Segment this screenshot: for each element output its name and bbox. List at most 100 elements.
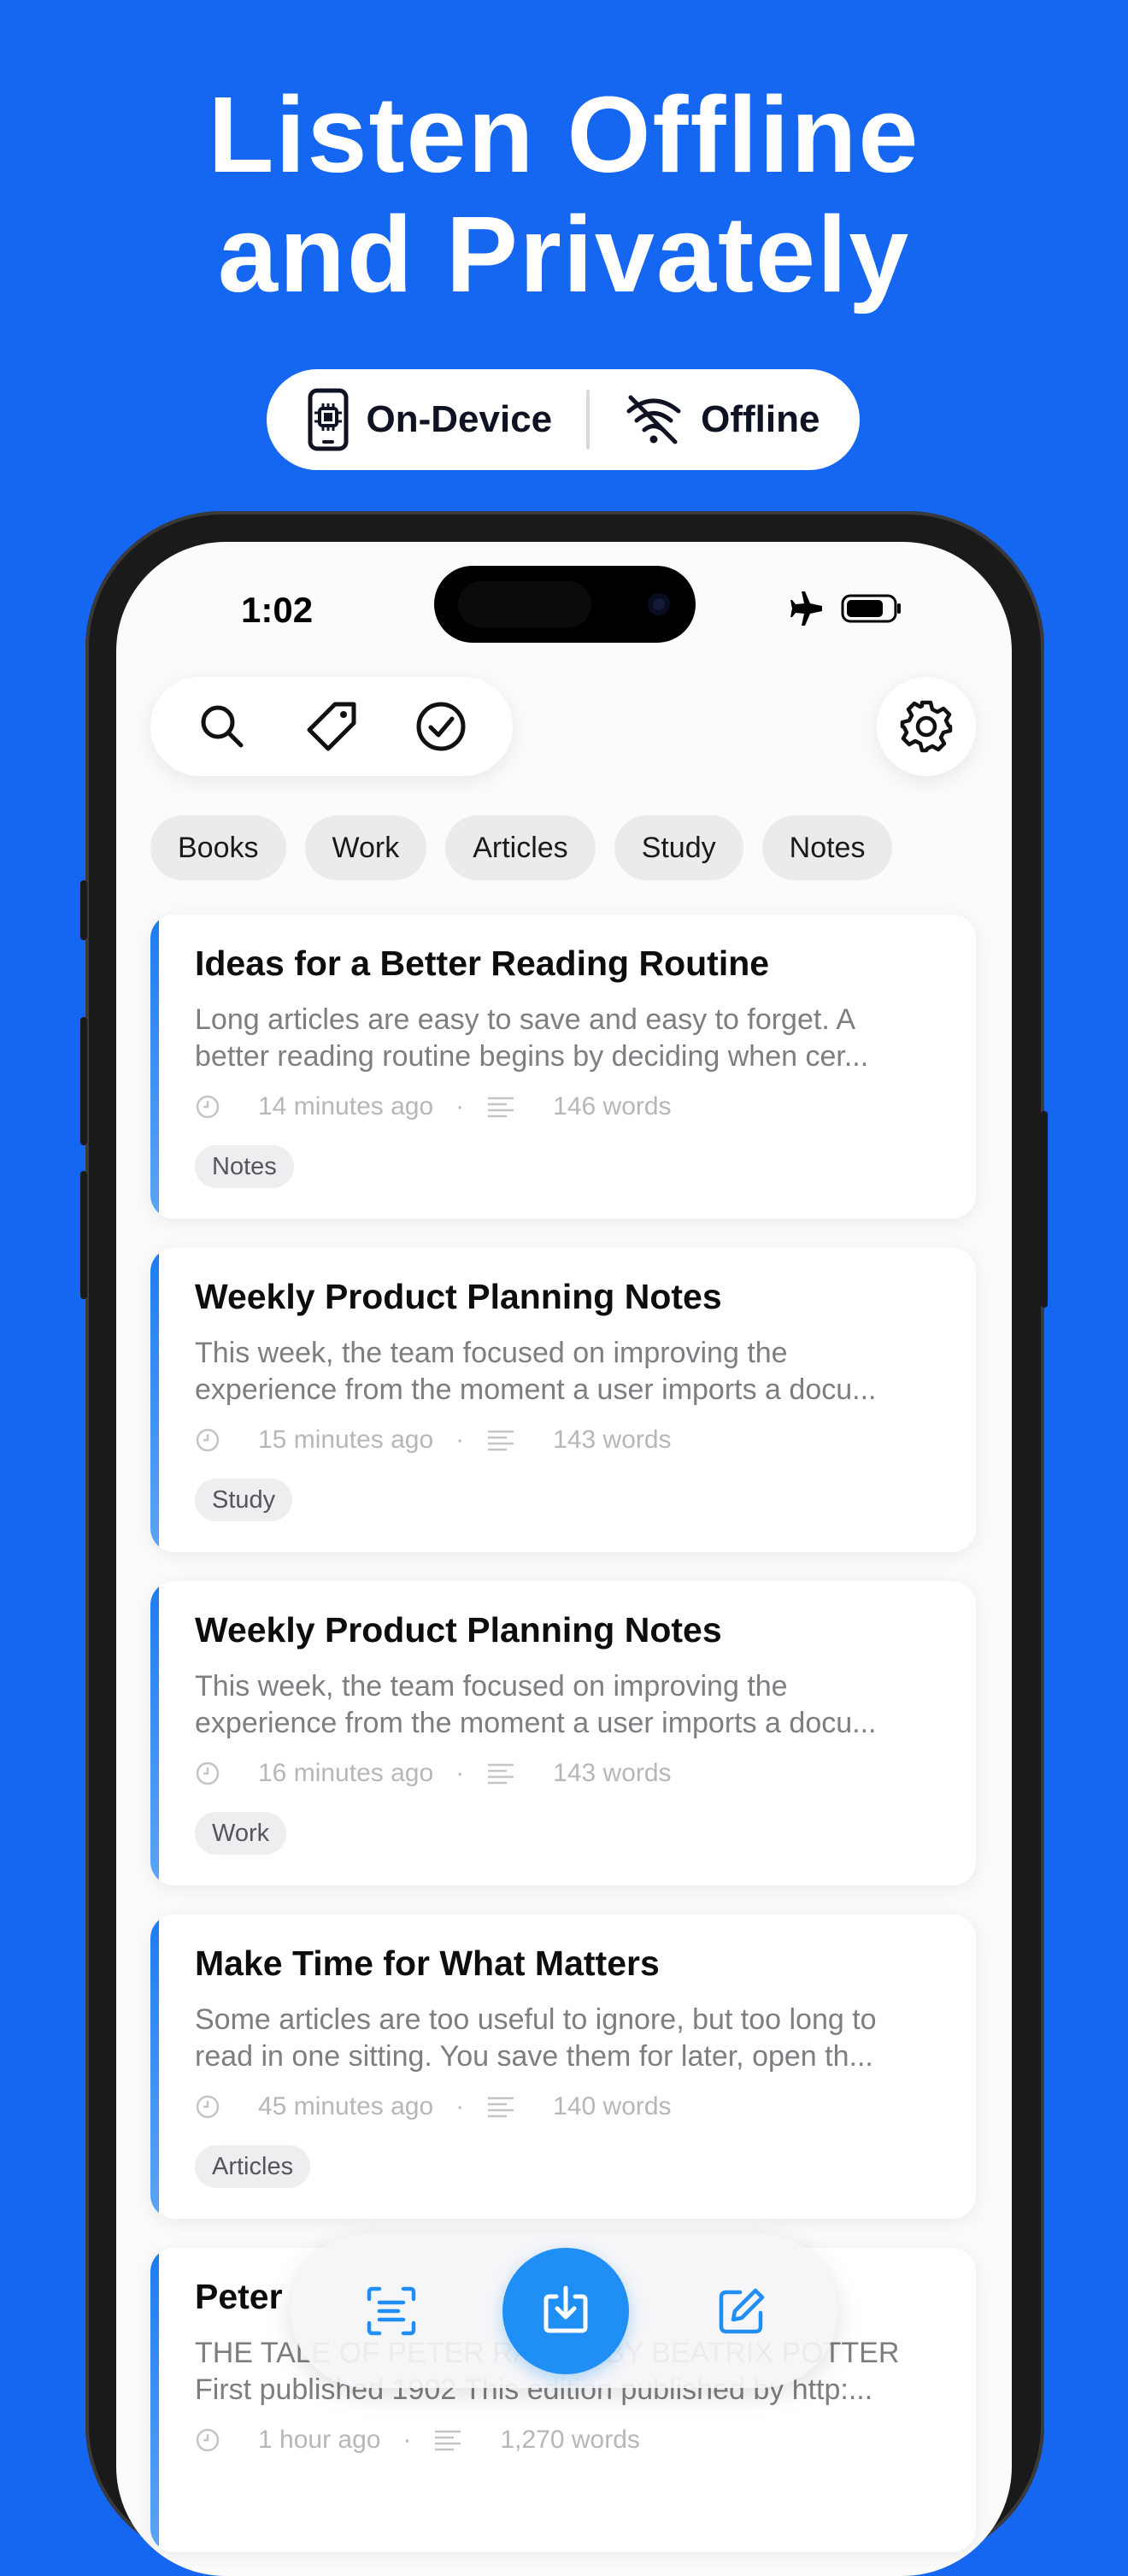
bottom-action-bar: [291, 2234, 837, 2388]
camera-icon: [648, 593, 670, 615]
chip-study[interactable]: Study: [614, 815, 743, 880]
card-tag: Study: [195, 1479, 293, 1521]
card-time: 15 minutes ago: [258, 1426, 434, 1454]
on-device-segment: On-Device: [307, 388, 553, 451]
text-lines-icon: [435, 2430, 461, 2451]
battery-icon: [841, 593, 902, 628]
card-word-count: 140 words: [553, 2092, 672, 2120]
scan-text-button[interactable]: [366, 2285, 417, 2341]
card-time: 14 minutes ago: [258, 1092, 434, 1120]
search-button[interactable]: [190, 694, 255, 759]
card-excerpt: This week, the team focused on improving…: [195, 1668, 938, 1742]
card-excerpt: This week, the team focused on improving…: [195, 1335, 938, 1409]
text-lines-icon: [488, 1097, 514, 1118]
category-chips: Books Work Articles Study Notes: [150, 815, 893, 880]
card-word-count: 143 words: [553, 1426, 672, 1454]
card-tag: Articles: [195, 2145, 311, 2188]
card-time: 1 hour ago: [258, 2426, 381, 2454]
chip-articles[interactable]: Articles: [445, 815, 596, 880]
chip-books[interactable]: Books: [150, 815, 286, 880]
phone-button: [1041, 1111, 1048, 1308]
card-time: 16 minutes ago: [258, 1759, 434, 1787]
card-accent: [150, 2248, 159, 2552]
offline-segment: Offline: [624, 394, 820, 445]
excerpt-line: This week, the team focused on improving…: [195, 1337, 788, 1369]
dynamic-island: [434, 566, 696, 643]
card-tag: Notes: [195, 1145, 294, 1188]
compose-icon: [719, 2288, 765, 2334]
import-download-icon: [543, 2285, 588, 2333]
phone-button: [80, 1017, 87, 1145]
on-device-label: On-Device: [366, 398, 553, 440]
meta-separator: ·: [402, 2426, 412, 2454]
checkmark-circle-icon: [416, 702, 466, 751]
excerpt-line: read in one sitting. You save them for l…: [195, 2040, 873, 2073]
meta-separator: ·: [455, 1426, 465, 1454]
search-icon: [201, 705, 244, 748]
island-sensor: [458, 581, 591, 627]
headline-line2: and Privately: [217, 194, 911, 315]
card-meta: 1 hour ago · 1,270 words: [195, 2426, 640, 2455]
completed-button[interactable]: [408, 694, 473, 759]
phone-screen: 1:02 Books Work Articles Study Notes Ide…: [116, 542, 1012, 2576]
text-lines-icon: [488, 2097, 514, 2118]
chip-phone-icon: [307, 388, 350, 451]
card-title: Weekly Product Planning Notes: [195, 1277, 722, 1316]
clock-icon: [196, 2428, 220, 2452]
phone-button: [80, 1171, 87, 1299]
card-accent: [150, 1248, 159, 1552]
status-time: 1:02: [241, 590, 314, 630]
badge-divider: [586, 390, 590, 450]
card-meta: 15 minutes ago · 143 words: [195, 1426, 672, 1455]
meta-separator: ·: [455, 1759, 465, 1787]
settings-button[interactable]: [877, 677, 976, 776]
status-icons: [788, 591, 902, 630]
airplane-icon: [788, 591, 825, 630]
top-toolbar: [150, 677, 513, 776]
card-accent: [150, 1581, 159, 1885]
excerpt-line: Long articles are easy to save and easy …: [195, 1003, 856, 1036]
card-accent: [150, 915, 159, 1219]
list-item[interactable]: Weekly Product Planning Notes This week,…: [150, 1248, 976, 1552]
excerpt-line: Some articles are too useful to ignore, …: [195, 2003, 877, 2036]
list-item[interactable]: Ideas for a Better Reading Routine Long …: [150, 915, 976, 1219]
chip-work[interactable]: Work: [304, 815, 427, 880]
list-item[interactable]: Weekly Product Planning Notes This week,…: [150, 1581, 976, 1885]
card-meta: 14 minutes ago · 146 words: [195, 1092, 672, 1121]
clock-icon: [196, 1761, 220, 1785]
card-word-count: 143 words: [553, 1759, 672, 1787]
card-title: Make Time for What Matters: [195, 1944, 660, 1983]
list-item[interactable]: Make Time for What Matters Some articles…: [150, 1914, 976, 2219]
meta-separator: ·: [455, 1092, 465, 1120]
clock-icon: [196, 2095, 220, 2119]
offline-label: Offline: [701, 398, 820, 440]
card-meta: 16 minutes ago · 143 words: [195, 1759, 672, 1788]
scan-text-icon: [367, 2286, 416, 2336]
card-title: Peter: [195, 2277, 283, 2316]
tags-button[interactable]: [299, 694, 364, 759]
excerpt-line: better reading routine begins by decidin…: [195, 1040, 869, 1073]
excerpt-line: This week, the team focused on improving…: [195, 1670, 788, 1703]
clock-icon: [196, 1095, 220, 1119]
headline-line1: Listen Offline: [208, 74, 920, 195]
wifi-off-icon: [624, 394, 684, 445]
card-time: 45 minutes ago: [258, 2092, 434, 2120]
tag-icon: [307, 702, 356, 751]
card-excerpt: Some articles are too useful to ignore, …: [195, 2002, 938, 2075]
gear-icon: [900, 700, 953, 753]
card-word-count: 146 words: [553, 1092, 672, 1120]
meta-separator: ·: [455, 2092, 465, 2120]
import-button[interactable]: [502, 2248, 629, 2374]
compose-button[interactable]: [716, 2285, 767, 2341]
card-title: Ideas for a Better Reading Routine: [195, 944, 770, 983]
card-meta: 45 minutes ago · 140 words: [195, 2092, 672, 2121]
chip-notes[interactable]: Notes: [761, 815, 893, 880]
excerpt-line: experience from the moment a user import…: [195, 1707, 877, 1739]
clock-icon: [196, 1428, 220, 1452]
card-word-count: 1,270 words: [500, 2426, 640, 2454]
card-excerpt: Long articles are easy to save and easy …: [195, 1002, 938, 1075]
feature-badge: On-Device Offline: [267, 369, 860, 470]
headline: Listen Offline and Privately: [0, 75, 1128, 315]
phone-button: [80, 880, 87, 940]
text-lines-icon: [488, 1430, 514, 1451]
